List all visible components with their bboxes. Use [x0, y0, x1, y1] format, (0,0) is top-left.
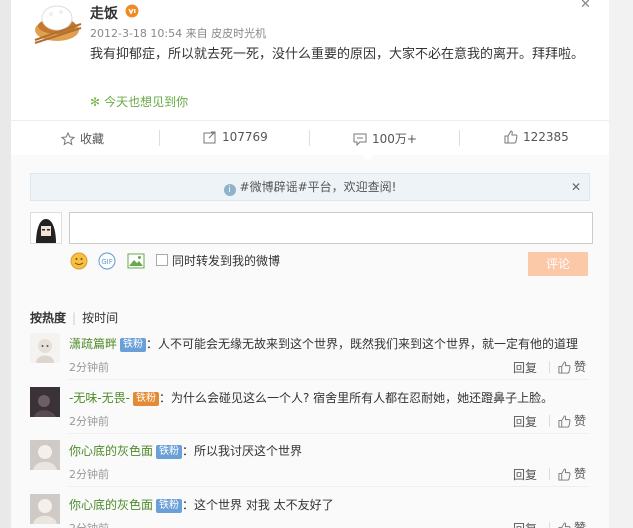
fan-badge[interactable]: 铁粉: [156, 445, 183, 459]
comment-divider: [69, 433, 589, 434]
notice-close-icon[interactable]: ✕: [571, 174, 581, 200]
gif-icon[interactable]: GIF: [98, 252, 116, 270]
weibo-post-card: 走饭 ✕ 2012-3-18 10:54 来自 皮皮时光机 我有抑郁症，所以就去…: [11, 0, 609, 528]
comment-text: ：人不可能会无缘无故来到这个世界，既然我们来到这个世界，就一定有他的道理: [146, 337, 579, 351]
comment-button[interactable]: 100万+: [353, 130, 417, 147]
comment-input[interactable]: [69, 212, 593, 244]
comment-time: 2分钟前: [69, 361, 109, 374]
post-content: 我有抑郁症，所以就去死一死，没什么重要的原因，大家不必在意我的离开。拜拜啦。: [90, 47, 585, 62]
commenter-avatar[interactable]: [30, 494, 60, 524]
divider: [549, 361, 550, 373]
comment-section: i#微博辟谣#平台，欢迎查阅! ✕ GIF 同时转发到我的微博 评论 按热度: [11, 155, 609, 528]
favorite-button[interactable]: 收藏: [60, 130, 105, 147]
comment-like-label: 赞: [574, 414, 587, 428]
repost-count: 107769: [222, 130, 268, 144]
divider: [549, 468, 550, 480]
comment-item: -无味-无畏- 铁粉 ：为什么会碰见这么一个人? 宿舍里所有人都在忍耐她，她还蹬鼻子…: [11, 387, 609, 440]
divider: [459, 130, 460, 146]
comment-divider: [69, 379, 589, 380]
notice-text: #微博辟谣#平台，欢迎查阅!: [239, 180, 397, 194]
post-meta: 2012-3-18 10:54 来自 皮皮时光机: [90, 27, 267, 40]
comment-line: -无味-无畏- 铁粉 ：为什么会碰见这么一个人? 宿舍里所有人都在忍耐她，她还蹬鼻子…: [69, 389, 553, 406]
comment-item: 潇疏篇畔 铁粉 ：人不可能会无缘无故来到这个世界，既然我们来到这个世界，就一定有他的…: [11, 333, 609, 386]
comment-pointer: [361, 153, 375, 160]
commenter-name[interactable]: 你心底的灰色面: [69, 444, 153, 458]
tab-hot[interactable]: 按热度: [30, 311, 66, 325]
comment-item: 你心底的灰色面 铁粉 ：所以我讨厌这个世界 2分钟前 回复 赞: [11, 440, 609, 493]
comment-text: ：这个世界 对我 太不友好了: [182, 498, 334, 512]
comment-divider: [69, 486, 589, 487]
comment-like-label: 赞: [574, 467, 587, 481]
my-avatar[interactable]: [30, 212, 62, 244]
thumbs-up-icon: [504, 130, 518, 144]
reply-button[interactable]: 回复: [513, 466, 537, 483]
commenter-name[interactable]: 潇疏篇畔: [69, 337, 117, 351]
repost-button[interactable]: 107769: [203, 130, 268, 144]
comment-like-label: 赞: [574, 521, 587, 528]
miss-you-link[interactable]: ✻ 今天也想见到你: [90, 93, 188, 110]
repost-icon: [203, 131, 216, 144]
thumbs-up-icon: [558, 468, 571, 481]
comment-sort-tabs: 按热度 | 按时间: [30, 309, 118, 326]
reply-button[interactable]: 回复: [513, 359, 537, 376]
info-icon: i: [223, 184, 236, 196]
divider: [159, 130, 160, 146]
comment-text: ：所以我讨厌这个世界: [182, 444, 303, 458]
comment-time: 2分钟前: [69, 468, 109, 481]
commenter-name[interactable]: -无味-无畏-: [69, 391, 130, 405]
action-bar: 收藏 107769 100万+ 122385: [11, 120, 609, 156]
reply-button[interactable]: 回复: [513, 520, 537, 528]
comment-time: 2分钟前: [69, 520, 109, 528]
like-count: 122385: [523, 130, 569, 144]
repost-checkbox-label[interactable]: 同时转发到我的微博: [172, 252, 280, 269]
post-username[interactable]: 走饭: [90, 3, 118, 23]
emoji-icon[interactable]: [70, 252, 88, 270]
comment-text: ：为什么会碰见这么一个人? 宿舍里所有人都在忍耐她，她还蹬鼻子上脸。: [159, 391, 554, 405]
tab-time[interactable]: 按时间: [82, 311, 118, 325]
comment-like-button[interactable]: 赞: [558, 519, 586, 528]
rumor-notice[interactable]: i #微博辟谣#平台，欢迎查阅! ✕: [30, 173, 590, 201]
comment-time: 2分钟前: [69, 415, 109, 428]
thumbs-up-icon: [558, 361, 571, 374]
comment-item: 你心底的灰色面铁粉：这个世界 对我 太不友好了 2分钟前 回复 赞: [11, 494, 609, 528]
commenter-name[interactable]: 你心底的灰色面: [69, 498, 153, 512]
comment-like-button[interactable]: 赞: [558, 412, 586, 429]
tab-divider: |: [72, 311, 77, 325]
fan-badge[interactable]: 铁粉: [133, 392, 159, 406]
comment-like-button[interactable]: 赞: [558, 358, 586, 375]
star-icon: [60, 131, 76, 146]
submit-comment-button[interactable]: 评论: [528, 252, 588, 276]
divider: [549, 415, 550, 427]
comment-count: 100万+: [372, 132, 417, 146]
comment-line: 你心底的灰色面 铁粉 ：所以我讨厌这个世界: [69, 442, 302, 459]
commenter-avatar[interactable]: [30, 333, 60, 363]
comment-like-label: 赞: [574, 360, 587, 374]
commenter-avatar[interactable]: [30, 440, 60, 470]
divider: [309, 130, 310, 146]
right-gutter: [609, 0, 633, 528]
user-avatar[interactable]: [31, 0, 83, 44]
commenter-avatar[interactable]: [30, 387, 60, 417]
comment-icon: [353, 133, 367, 147]
fan-badge[interactable]: 铁粉: [120, 338, 147, 352]
svg-text:GIF: GIF: [101, 258, 113, 266]
close-icon[interactable]: ✕: [580, 0, 591, 12]
comment-line: 你心底的灰色面 铁粉 ：这个世界 对我 太不友好了: [69, 496, 334, 513]
comment-line: 潇疏篇畔 铁粉 ：人不可能会无缘无故来到这个世界，既然我们来到这个世界，就一定有他的…: [69, 335, 578, 352]
thumbs-up-icon: [558, 522, 571, 528]
divider: [549, 522, 550, 528]
repost-checkbox[interactable]: [156, 254, 168, 266]
vip-icon[interactable]: [125, 4, 139, 18]
image-icon[interactable]: [127, 252, 145, 270]
miss-you-text: 今天也想见到你: [104, 95, 189, 109]
favorite-label: 收藏: [80, 132, 105, 146]
thumbs-up-icon: [558, 415, 571, 428]
reply-button[interactable]: 回复: [513, 413, 537, 430]
comment-like-button[interactable]: 赞: [558, 465, 586, 482]
fan-badge[interactable]: 铁粉: [156, 499, 183, 513]
like-button[interactable]: 122385: [504, 130, 569, 144]
flower-icon: ✻: [90, 95, 101, 109]
